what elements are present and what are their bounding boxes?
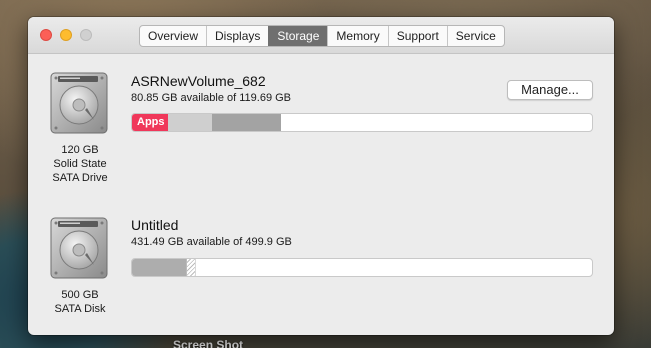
usage-segment-system[interactable] <box>212 114 281 131</box>
tab-storage[interactable]: Storage <box>268 26 328 46</box>
disk-2-interface: SATA Disk <box>54 303 106 315</box>
tab-support[interactable]: Support <box>387 26 447 46</box>
disk-1-type: Solid State <box>53 158 107 170</box>
tab-service[interactable]: Service <box>446 26 504 46</box>
about-this-mac-window: Overview Displays Storage Memory Support… <box>28 17 614 335</box>
hard-drive-icon <box>50 72 108 134</box>
titlebar: Overview Displays Storage Memory Support… <box>28 17 614 54</box>
disk-2-usage-bar <box>131 258 593 277</box>
disk-1-caption: 120 GB Solid State SATA Drive <box>40 143 120 185</box>
close-button[interactable] <box>40 29 52 41</box>
usage-segment-apps[interactable]: Apps <box>132 114 168 131</box>
tab-memory[interactable]: Memory <box>327 26 387 46</box>
usage-segment-other[interactable] <box>168 114 212 131</box>
disk-1-interface: SATA Drive <box>52 172 108 184</box>
tab-bar: Overview Displays Storage Memory Support… <box>139 25 505 47</box>
desktop-file-label[interactable]: Screen Shot <box>173 338 243 348</box>
tab-overview[interactable]: Overview <box>140 26 206 46</box>
usage-segment-used[interactable] <box>132 259 186 276</box>
minimize-button[interactable] <box>60 29 72 41</box>
disk-1-available: 80.85 GB available of 119.69 GB <box>131 92 292 104</box>
disk-1-capacity: 120 GB <box>61 144 99 156</box>
usage-segment-purgeable[interactable] <box>186 259 196 276</box>
manage-button[interactable]: Manage... <box>507 80 593 100</box>
disk-2-caption: 500 GB SATA Disk <box>40 288 120 316</box>
disk-2-capacity: 500 GB <box>61 289 99 301</box>
zoom-button <box>80 29 92 41</box>
disk-1-usage-bar: Apps <box>131 113 593 132</box>
disk-2-available: 431.49 GB available of 499.9 GB <box>131 236 292 248</box>
hard-drive-icon <box>50 217 108 279</box>
tab-displays[interactable]: Displays <box>206 26 268 46</box>
disk-1-name: ASRNewVolume_682 <box>131 73 266 89</box>
disk-2-name: Untitled <box>131 217 179 233</box>
